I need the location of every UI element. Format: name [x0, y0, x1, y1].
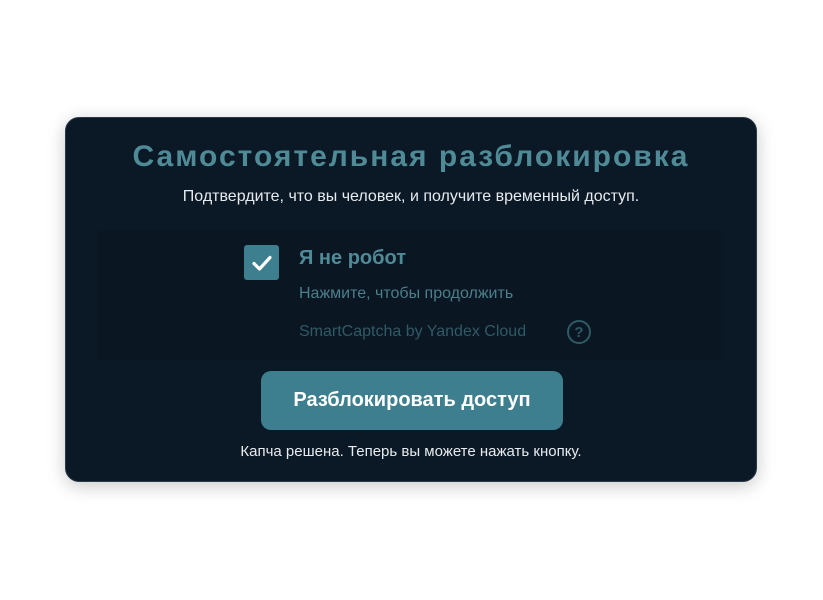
- status-message: Капча решена. Теперь вы можете нажать кн…: [240, 443, 582, 460]
- dialog-subtitle: Подтвердите, что вы человек, и получите …: [182, 188, 640, 205]
- captcha-label[interactable]: Я не робот: [299, 247, 406, 270]
- page: Самостоятельная разблокировка Подтвердит…: [0, 0, 823, 600]
- question-circle-icon[interactable]: ?: [567, 320, 591, 344]
- unlock-button[interactable]: Разблокировать доступ: [261, 371, 563, 430]
- captcha-checkbox[interactable]: [244, 245, 279, 280]
- captcha-brand: SmartCaptcha by Yandex Cloud: [299, 323, 527, 340]
- dialog-title: Самостоятельная разблокировка: [132, 140, 690, 173]
- captcha-hint: Нажмите, чтобы продолжить: [299, 285, 514, 302]
- checkmark-icon: [251, 255, 272, 271]
- unlock-dialog: Самостоятельная разблокировка Подтвердит…: [65, 117, 757, 482]
